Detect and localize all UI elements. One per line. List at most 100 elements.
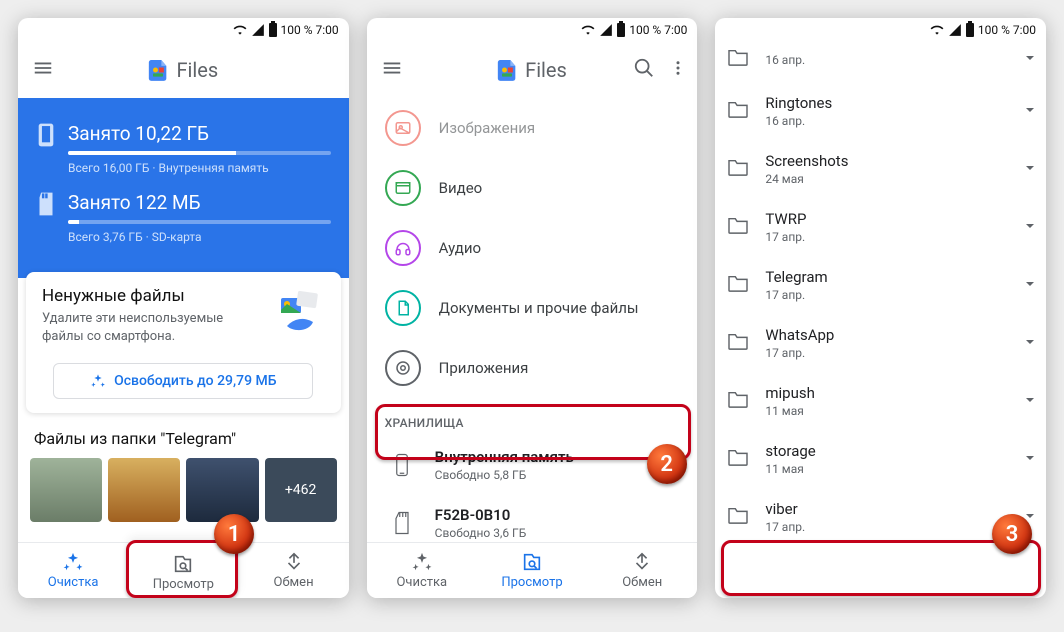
- status-bar: 100 % 7:00: [367, 18, 698, 42]
- chevron-down-icon[interactable]: [1024, 50, 1036, 68]
- nav-clean[interactable]: Очистка: [367, 543, 477, 598]
- folder-row[interactable]: Telegram17 апр.: [715, 256, 1046, 314]
- nav-share[interactable]: Обмен: [238, 543, 348, 598]
- junk-sub: Удалите эти неиспользуемые файлы со смар…: [42, 310, 242, 345]
- storage-card: Занято 10,22 ГБ Всего 16,00 ГБ · Внутрен…: [18, 98, 349, 278]
- status-text: 100 % 7:00: [629, 23, 687, 37]
- folder-row[interactable]: mipush 11 мая: [715, 372, 1046, 430]
- chevron-down-icon[interactable]: [1024, 334, 1036, 352]
- folder-row[interactable]: Screenshots24 мая: [715, 140, 1046, 198]
- sd-sub: Всего 3,76 ГБ · SD-карта: [68, 230, 331, 244]
- apps-icon: [394, 359, 412, 377]
- more-icon[interactable]: [669, 57, 687, 83]
- share-icon: [631, 551, 653, 573]
- sparkle-icon: [62, 551, 84, 573]
- wifi-icon: [233, 23, 247, 37]
- signal-icon: [948, 23, 962, 37]
- thumbnail-more[interactable]: +462: [265, 458, 337, 522]
- toolbar: Files: [18, 42, 349, 98]
- folder-icon: [727, 100, 749, 122]
- internal-storage[interactable]: Занято 10,22 ГБ Всего 16,00 ГБ · Внутрен…: [36, 122, 331, 175]
- category-apps[interactable]: Приложения: [367, 338, 698, 398]
- thumbnail[interactable]: [186, 458, 258, 522]
- sd-sub: Свободно 3,6 ГБ: [435, 526, 527, 540]
- folder-date: 11 мая: [765, 462, 1008, 476]
- bottom-nav: Очистка Просмотр Обмен: [367, 542, 698, 598]
- phone-icon: [36, 122, 56, 148]
- app-title: Files: [148, 58, 218, 82]
- chevron-down-icon[interactable]: [1024, 392, 1036, 410]
- search-icon[interactable]: [633, 57, 655, 83]
- folder-icon: [727, 274, 749, 296]
- wifi-icon: [581, 23, 595, 37]
- junk-files-card: Ненужные файлы Удалите эти неиспользуемы…: [26, 272, 341, 413]
- menu-icon[interactable]: [32, 57, 54, 83]
- folder-row[interactable]: WhatsApp 17 апр.: [715, 314, 1046, 372]
- folder-icon: [727, 506, 749, 528]
- status-text: 100 % 7:00: [978, 23, 1036, 37]
- folder-date: 17 апр.: [765, 346, 1008, 360]
- chevron-down-icon[interactable]: [1024, 450, 1036, 468]
- video-icon: [394, 179, 412, 197]
- share-icon: [283, 551, 305, 573]
- folder-date: 17 апр.: [765, 520, 1008, 534]
- callout-badge-2: 2: [647, 444, 687, 484]
- nav-browse[interactable]: Просмотр: [477, 543, 587, 598]
- thumbs-row: +462: [18, 458, 349, 522]
- internal-bar: [68, 151, 331, 155]
- app-title: Files: [497, 58, 567, 82]
- sd-title: F52B-0B10: [435, 506, 527, 524]
- folder-row[interactable]: Ringtones16 апр.: [715, 82, 1046, 140]
- folder-icon: [727, 158, 749, 180]
- sd-bar: [68, 220, 331, 224]
- chevron-down-icon[interactable]: [1024, 218, 1036, 236]
- chevron-down-icon[interactable]: [1024, 102, 1036, 120]
- thumbnail[interactable]: [108, 458, 180, 522]
- status-text: 100 % 7:00: [281, 23, 339, 37]
- folder-icon: [727, 48, 749, 70]
- battery-icon: [966, 23, 974, 37]
- thumbnail[interactable]: [30, 458, 102, 522]
- sd-title: Занято 122 МБ: [68, 191, 331, 214]
- category-images[interactable]: Изображения: [367, 98, 698, 158]
- chevron-down-icon[interactable]: [1024, 276, 1036, 294]
- status-bar: 100 % 7:00: [18, 18, 349, 42]
- folder-date: 16 апр.: [765, 114, 1008, 128]
- folder-list: 16 апр.Ringtones16 апр.Screenshots24 мая…: [715, 36, 1046, 598]
- nav-share[interactable]: Обмен: [587, 543, 697, 598]
- callout-badge-1: 1: [214, 514, 254, 554]
- battery-icon: [617, 23, 625, 37]
- folder-row[interactable]: storage11 мая: [715, 430, 1046, 488]
- sd-icon: [392, 511, 412, 535]
- sparkle-icon: [90, 373, 106, 389]
- sd-storage[interactable]: Занято 122 МБ Всего 3,76 ГБ · SD-карта: [36, 191, 331, 244]
- category-audio[interactable]: Аудио: [367, 218, 698, 278]
- folder-icon: [727, 448, 749, 470]
- cleanup-illustration-icon: [275, 288, 323, 340]
- nav-clean[interactable]: Очистка: [18, 543, 128, 598]
- folder-name: mipush: [765, 384, 1008, 402]
- folder-date: 11 мая: [765, 404, 1008, 418]
- folder-name: WhatsApp: [765, 326, 1008, 344]
- browse-icon: [521, 551, 543, 573]
- document-icon: [394, 299, 412, 317]
- callout-badge-3: 3: [992, 514, 1032, 554]
- folder-icon: [727, 332, 749, 354]
- menu-icon[interactable]: [381, 57, 403, 83]
- chevron-down-icon[interactable]: [1024, 160, 1036, 178]
- category-video[interactable]: Видео: [367, 158, 698, 218]
- signal-icon: [599, 23, 613, 37]
- sd-icon: [36, 191, 56, 217]
- signal-icon: [251, 23, 265, 37]
- highlight-2: [375, 404, 691, 460]
- sparkle-icon: [411, 551, 433, 573]
- folder-row[interactable]: 16 апр.: [715, 36, 1046, 82]
- recent-section-title: Файлы из папки "Telegram": [18, 413, 349, 458]
- category-docs[interactable]: Документы и прочие файлы: [367, 278, 698, 338]
- toolbar: Files: [367, 42, 698, 98]
- free-up-button[interactable]: Освободить до 29,79 МБ: [53, 363, 313, 399]
- folder-date: 16 апр.: [765, 53, 1008, 67]
- internal-title: Занято 10,22 ГБ: [68, 122, 331, 145]
- folder-name: Screenshots: [765, 152, 1008, 170]
- folder-row[interactable]: TWRP17 апр.: [715, 198, 1046, 256]
